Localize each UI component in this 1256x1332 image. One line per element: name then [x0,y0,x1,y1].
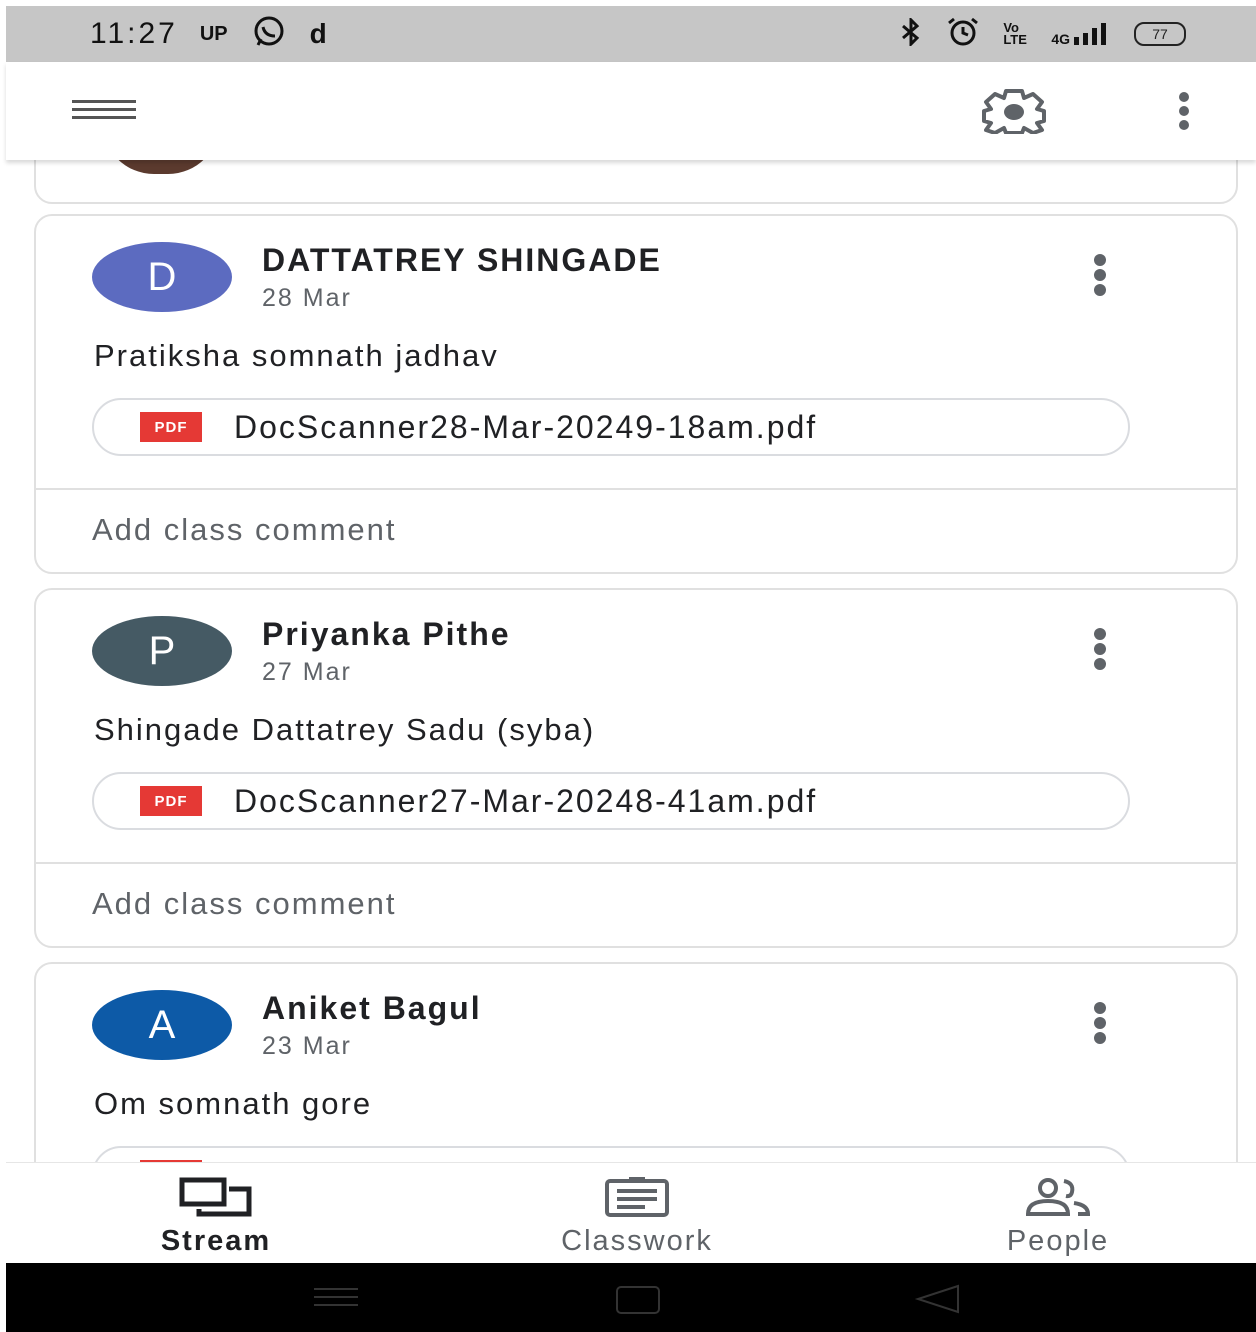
add-comment-label: Add class comment [92,512,397,547]
post-author: DATTATREY SHINGADE [262,242,662,278]
stream-feed: D DATTATREY SHINGADE 28 Mar Pratiksha so… [0,0,1256,1332]
pdf-icon: PDF [140,412,202,442]
post-more-icon[interactable] [1092,628,1108,670]
post-card: D DATTATREY SHINGADE 28 Mar Pratiksha so… [34,214,1238,574]
recent-apps-icon[interactable] [314,1288,358,1306]
add-comment-label: Add class comment [92,886,397,921]
tab-classwork-label: Classwork [561,1225,713,1257]
tab-people[interactable]: People [908,1175,1208,1258]
post-date: 23 Mar [262,1032,352,1060]
back-icon[interactable] [914,1284,960,1319]
post-more-icon[interactable] [1092,254,1108,296]
post-more-icon[interactable] [1092,1002,1108,1044]
post-card: P Priyanka Pithe 27 Mar Shingade Dattatr… [34,588,1238,948]
post-text: Pratiksha somnath jadhav [94,338,499,373]
stream-icon [66,1175,366,1219]
app-bar [6,62,1256,160]
gear-icon[interactable] [978,88,1050,135]
avatar: A [92,990,232,1060]
home-icon[interactable] [616,1286,660,1314]
add-comment-row[interactable]: Add class comment [36,488,1236,572]
tab-classwork[interactable]: Classwork [487,1175,787,1258]
system-navigation-bar [6,1262,1256,1332]
post-date: 28 Mar [262,284,352,312]
bottom-navigation: Stream Classwork People [6,1162,1256,1263]
post-text: Shingade Dattatrey Sadu (syba) [94,712,596,747]
post-author: Priyanka Pithe [262,616,511,652]
post-author: Aniket Bagul [262,990,482,1026]
tab-people-label: People [1006,1225,1110,1257]
post-date: 27 Mar [262,658,352,686]
post-text: Om somnath gore [94,1086,373,1121]
hamburger-icon[interactable] [72,100,136,124]
pdf-icon: PDF [140,786,202,816]
attachment-chip[interactable]: PDF DocScanner28-Mar-20249-18am.pdf [92,398,1130,456]
avatar: P [92,616,232,686]
attachment-chip[interactable]: PDF DocScanner27-Mar-20248-41am.pdf [92,772,1130,830]
add-comment-row[interactable]: Add class comment [36,862,1236,946]
people-icon [908,1175,1208,1219]
more-options-icon[interactable] [1172,92,1196,132]
attachment-name: DocScanner28-Mar-20249-18am.pdf [234,408,818,445]
avatar: D [92,242,232,312]
assignment-icon [487,1175,787,1219]
tab-stream[interactable]: Stream [66,1175,366,1258]
attachment-name: DocScanner27-Mar-20248-41am.pdf [234,782,818,819]
tab-stream-label: Stream [160,1225,272,1257]
